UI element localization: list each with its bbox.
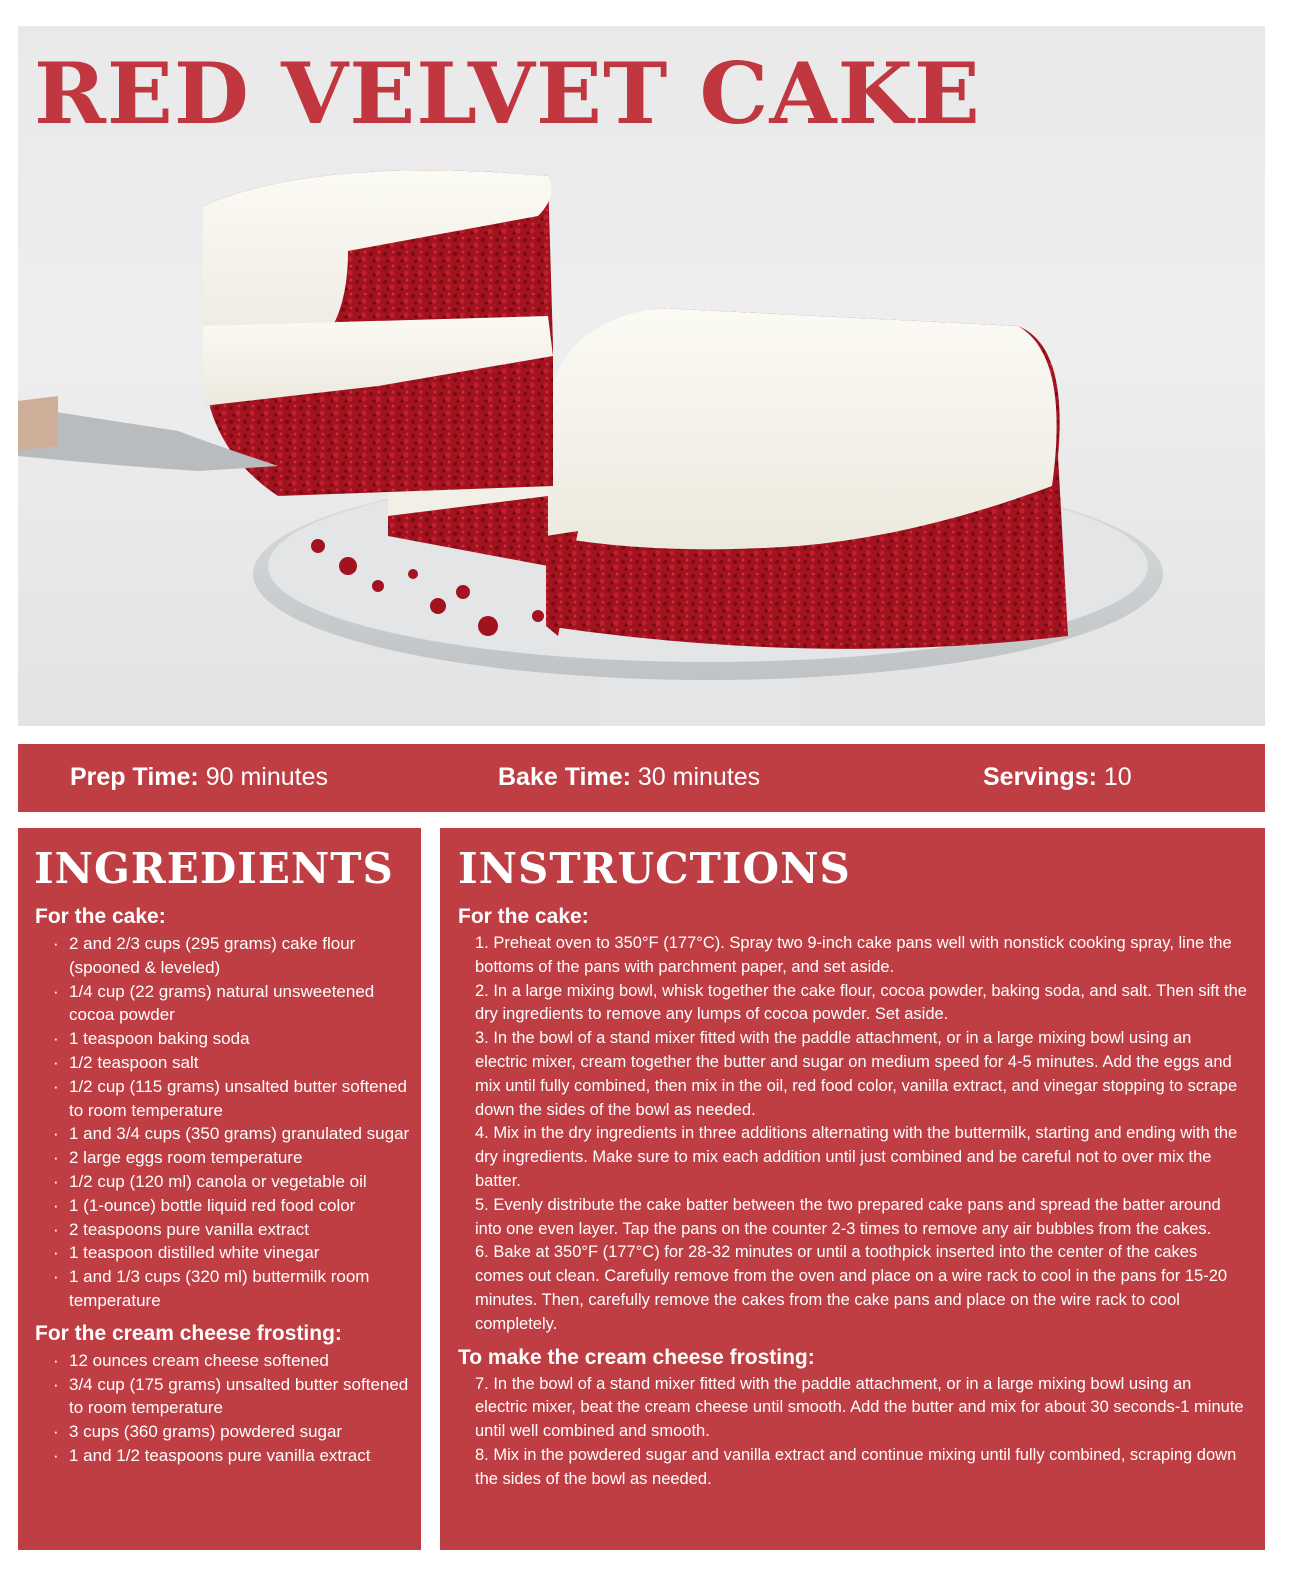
ingredients-heading: INGREDIENTS: [34, 844, 394, 893]
ingredients-frosting-subheading: For the cream cheese frosting:: [35, 1321, 342, 1345]
list-item: 1 teaspoon distilled white vinegar: [35, 1241, 420, 1265]
list-item: 2 and 2/3 cups (295 grams) cake flour (s…: [35, 932, 420, 980]
step-item: 1. Preheat oven to 350°F (177°C). Spray …: [475, 934, 1232, 976]
recipe-title: RED VELVET CAKE: [34, 44, 981, 143]
servings-value: 10: [1096, 763, 1132, 791]
instructions-frosting-subheading: To make the cream cheese frosting:: [458, 1345, 815, 1369]
list-item: 1 and 1/2 teaspoons pure vanilla extract: [35, 1444, 420, 1468]
list-item: 1/2 cup (115 grams) unsalted butter soft…: [35, 1075, 420, 1123]
prep-time-value: 90 minutes: [198, 763, 328, 791]
list-item: 1 (1-ounce) bottle liquid red food color: [35, 1194, 420, 1218]
ingredients-cake-subheading: For the cake:: [35, 905, 166, 928]
servings: Servings: 10: [983, 763, 1132, 792]
step-item: 3. In the bowl of a stand mixer fitted w…: [475, 1029, 1238, 1119]
step-item: 4. Mix in the dry ingredients in three a…: [475, 1124, 1238, 1190]
bake-time: Bake Time: 30 minutes: [498, 763, 760, 792]
list-item: 1 and 3/4 cups (350 grams) granulated su…: [35, 1122, 420, 1146]
step-item: 6. Bake at 350°F (177°C) for 28-32 minut…: [475, 1243, 1228, 1333]
recipe-info-bar: Prep Time: 90 minutes Bake Time: 30 minu…: [18, 744, 1265, 812]
list-item: 3 cups (360 grams) powdered sugar: [35, 1420, 420, 1444]
instructions-panel: INSTRUCTIONS For the cake: 1. Preheat ov…: [440, 828, 1265, 1550]
cake-ingredients-list: 2 and 2/3 cups (295 grams) cake flour (s…: [35, 932, 420, 1313]
instructions-heading: INSTRUCTIONS: [458, 844, 851, 893]
prep-time-label: Prep Time:: [70, 763, 199, 791]
bake-time-label: Bake Time:: [498, 763, 631, 791]
instructions-cake-subheading: For the cake:: [458, 905, 589, 928]
frosting-steps-list: 7. In the bowl of a stand mixer fitted w…: [458, 1373, 1248, 1492]
list-item: 1/4 cup (22 grams) natural unsweetened c…: [35, 980, 420, 1028]
step-item: 2. In a large mixing bowl, whisk togethe…: [475, 981, 1247, 1024]
list-item: 12 ounces cream cheese softened: [35, 1349, 420, 1373]
step-item: 8. Mix in the powdered sugar and vanilla…: [475, 1445, 1237, 1488]
list-item: 1 teaspoon baking soda: [35, 1027, 420, 1051]
servings-label: Servings:: [983, 763, 1097, 791]
hero-photo: RED VELVET CAKE: [18, 26, 1265, 726]
list-item: 2 teaspoons pure vanilla extract: [35, 1218, 420, 1242]
list-item: 3/4 cup (175 grams) unsalted butter soft…: [35, 1373, 420, 1421]
list-item: 1/2 cup (120 ml) canola or vegetable oil: [35, 1170, 420, 1194]
step-item: 7. In the bowl of a stand mixer fitted w…: [475, 1374, 1244, 1441]
prep-time: Prep Time: 90 minutes: [70, 763, 328, 792]
list-item: 1/2 teaspoon salt: [35, 1051, 420, 1075]
bake-time-value: 30 minutes: [630, 763, 761, 791]
frosting-ingredients-list: 12 ounces cream cheese softened 3/4 cup …: [35, 1349, 420, 1468]
ingredients-panel: INGREDIENTS For the cake: 2 and 2/3 cups…: [18, 828, 421, 1550]
step-item: 5. Evenly distribute the cake batter bet…: [475, 1195, 1221, 1238]
cake-steps-list: 1. Preheat oven to 350°F (177°C). Spray …: [458, 932, 1248, 1337]
list-item: 2 large eggs room temperature: [35, 1146, 420, 1170]
list-item: 1 and 1/3 cups (320 ml) buttermilk room …: [35, 1265, 420, 1313]
